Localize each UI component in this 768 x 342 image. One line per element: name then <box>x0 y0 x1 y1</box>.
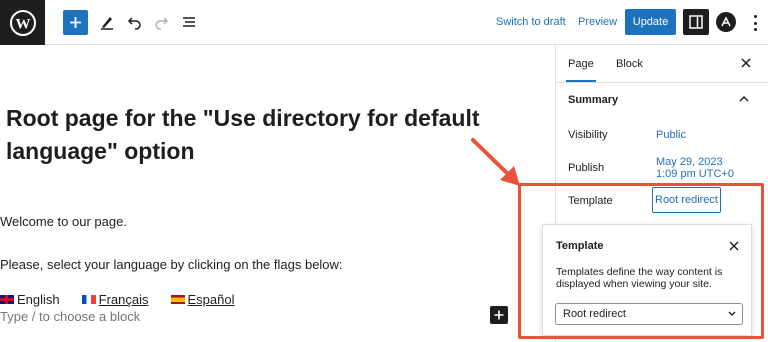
language-label: English <box>17 292 60 307</box>
tab-block[interactable]: Block <box>616 58 643 70</box>
visibility-label: Visibility <box>568 129 608 141</box>
preview-button[interactable]: Preview <box>578 16 617 28</box>
more-options-icon[interactable] <box>750 13 760 33</box>
settings-sidebar-toggle-icon[interactable] <box>683 9 709 35</box>
paragraph-block[interactable]: Please, select your language by clicking… <box>0 257 343 272</box>
language-links: English Français Español <box>0 292 256 307</box>
switch-to-draft-button[interactable]: Switch to draft <box>496 16 566 28</box>
publish-date-text: May 29, 2023 <box>656 156 723 168</box>
block-placeholder[interactable]: Type / to choose a block <box>0 309 140 324</box>
template-select[interactable]: Root redirect <box>555 303 743 325</box>
redo-icon[interactable] <box>150 11 172 33</box>
template-popover: Template Templates define the way conten… <box>542 224 752 336</box>
language-spanish[interactable]: Español <box>170 292 235 307</box>
tab-page[interactable]: Page <box>566 58 596 82</box>
summary-heading[interactable]: Summary <box>568 94 618 106</box>
publish-time-text: 1:09 pm UTC+0 <box>656 168 734 180</box>
language-link[interactable]: Français <box>99 292 149 307</box>
plugin-a-icon[interactable] <box>716 12 736 32</box>
close-icon[interactable] <box>729 241 739 251</box>
paragraph-block[interactable]: Welcome to our page. <box>0 214 127 229</box>
chevron-up-icon[interactable] <box>739 95 749 103</box>
template-select-value: Root redirect <box>563 308 626 320</box>
update-button[interactable]: Update <box>625 9 676 35</box>
popover-description: Templates define the way content is disp… <box>556 266 723 290</box>
document-overview-icon[interactable] <box>178 11 200 33</box>
svg-text:W: W <box>15 16 30 32</box>
language-french[interactable]: Français <box>81 292 149 307</box>
close-icon[interactable] <box>740 57 752 69</box>
sidebar-tabs: Page Block <box>556 45 768 83</box>
publish-label: Publish <box>568 162 605 174</box>
add-block-button[interactable] <box>63 10 88 35</box>
editor-toolbar: W Switch to draft Preview Update <box>0 0 768 45</box>
template-label: Template <box>568 195 613 207</box>
publish-date[interactable]: May 29, 2023 1:09 pm UTC+0 <box>656 156 734 180</box>
add-block-inline-button[interactable] <box>490 306 508 324</box>
france-flag-icon <box>81 295 96 304</box>
language-english[interactable]: English <box>0 292 60 307</box>
popover-title: Template <box>556 240 604 252</box>
visibility-value[interactable]: Public <box>656 129 686 141</box>
uk-flag-icon <box>0 295 14 304</box>
language-link[interactable]: Español <box>188 292 235 307</box>
undo-icon[interactable] <box>124 11 146 33</box>
edit-pencil-icon[interactable] <box>96 11 118 33</box>
chevron-down-icon <box>728 311 736 316</box>
template-button[interactable]: Root redirect <box>652 187 721 213</box>
spain-flag-icon <box>170 295 185 304</box>
wordpress-logo-icon[interactable]: W <box>0 0 45 45</box>
page-title[interactable]: Root page for the "Use directory for def… <box>6 102 526 168</box>
